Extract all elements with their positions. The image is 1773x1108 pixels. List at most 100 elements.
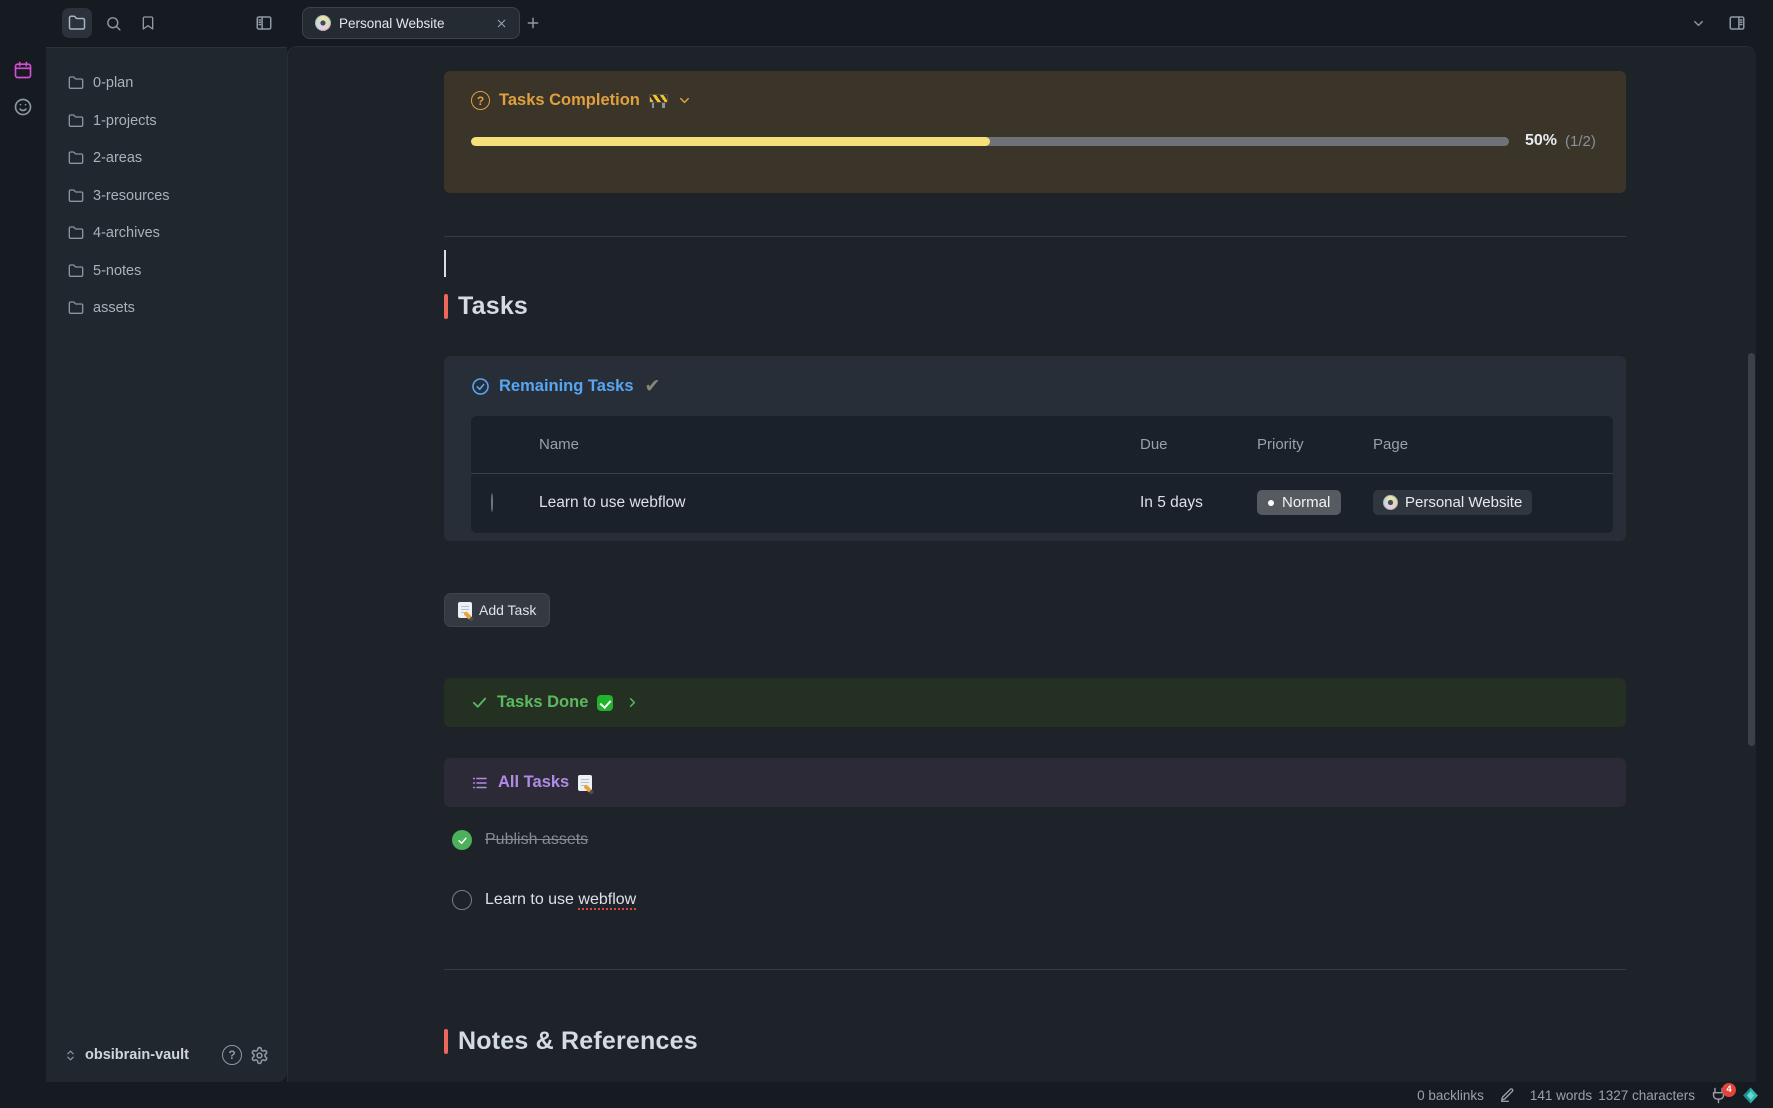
sidebar-item-label: 1-projects <box>93 113 157 129</box>
tasks-completion-callout[interactable]: ? Tasks Completion 50% (1/2) <box>444 71 1626 193</box>
tasks-heading: Tasks <box>444 292 528 321</box>
teal-plugin-icon[interactable] <box>1742 1087 1759 1104</box>
sidebar-item-label: assets <box>93 300 135 316</box>
sidebar-item-label: 4-archives <box>93 225 160 241</box>
priority-badge[interactable]: Normal <box>1257 490 1341 515</box>
vault-switcher-button[interactable] <box>64 1048 77 1063</box>
tasks-completion-title: Tasks Completion <box>499 91 640 110</box>
sidebar-item-1-projects[interactable]: 1-projects <box>60 106 279 136</box>
word-count: 141 words 1327 characters <box>1530 1088 1695 1103</box>
daily-mood-button[interactable] <box>13 97 33 117</box>
settings-button[interactable] <box>250 1046 269 1065</box>
expand-right-sidebar-button[interactable] <box>1722 8 1752 38</box>
right-sidebar-toggle-icon <box>1728 14 1746 32</box>
completion-progress-bar <box>471 137 1509 146</box>
tasks-done-callout[interactable]: Tasks Done <box>444 678 1626 727</box>
task-item-done: Publish assets <box>452 830 588 850</box>
vault-bar: obsibrain-vault ? <box>56 1036 277 1074</box>
column-header-priority: Priority <box>1257 436 1373 453</box>
page-link[interactable]: Personal Website <box>1373 490 1532 515</box>
check-circle-icon <box>471 377 490 396</box>
sidebar-item-label: 3-resources <box>93 188 170 204</box>
sidebar-item-assets[interactable]: assets <box>60 293 279 323</box>
note-editor[interactable]: ? Tasks Completion 50% (1/2) Tas <box>287 46 1756 1082</box>
priority-dot-icon <box>1268 500 1274 506</box>
notes-references-heading: Notes & References <box>444 1027 698 1056</box>
tab-close-button[interactable] <box>496 18 507 29</box>
memo-emoji <box>458 602 472 618</box>
character-count: 1327 characters <box>1598 1088 1695 1103</box>
task-text[interactable]: Publish assets <box>485 831 588 849</box>
divider <box>444 969 1626 970</box>
folder-icon <box>68 263 84 279</box>
new-tab-button[interactable] <box>520 10 546 36</box>
folder-icon <box>68 188 84 204</box>
vault-name[interactable]: obsibrain-vault <box>85 1047 214 1063</box>
files-panel-button[interactable] <box>62 8 92 38</box>
column-header-due: Due <box>1140 436 1257 453</box>
task-checkbox[interactable] <box>491 493 493 512</box>
folder-icon <box>68 14 86 32</box>
plus-icon <box>525 15 541 31</box>
tab-title: Personal Website <box>339 16 488 31</box>
column-header-page: Page <box>1373 436 1613 453</box>
sidebar-item-2-areas[interactable]: 2-areas <box>60 143 279 173</box>
top-bar: Personal Website <box>0 0 1773 46</box>
task-name[interactable]: Learn to use webflow <box>539 494 1140 512</box>
folder-icon <box>68 113 84 129</box>
all-tasks-title: All Tasks <box>498 773 569 792</box>
table-header-row: Name Due Priority Page <box>471 416 1613 474</box>
optical-disc-emoji <box>315 15 331 31</box>
left-ribbon <box>0 46 46 1108</box>
sidebar-item-5-notes[interactable]: 5-notes <box>60 256 279 286</box>
folder-icon <box>68 225 84 241</box>
calendar-button[interactable] <box>13 60 33 80</box>
question-circle-icon: ? <box>471 91 490 110</box>
collapse-left-sidebar-button[interactable] <box>249 8 279 38</box>
chevron-right-icon[interactable] <box>625 695 640 710</box>
task-due: In 5 days <box>1140 494 1257 512</box>
bookmarks-button[interactable] <box>133 8 163 38</box>
status-bar: 0 backlinks 141 words 1327 characters 4 <box>0 1082 1773 1108</box>
tab-personal-website[interactable]: Personal Website <box>302 7 520 39</box>
plugin-update-button[interactable]: 4 <box>1710 1087 1727 1104</box>
file-explorer-sidebar: 0-plan 1-projects 2-areas 3-resources 4-… <box>46 47 287 1082</box>
check-mark-glyph: ✔ <box>645 375 661 398</box>
edit-mode-button[interactable] <box>1499 1087 1515 1103</box>
search-icon <box>105 15 122 32</box>
remaining-tasks-table: Name Due Priority Page Learn to use webf… <box>471 416 1613 533</box>
checked-checkbox[interactable] <box>452 830 472 850</box>
left-sidebar-toggle-icon <box>255 14 273 32</box>
all-tasks-callout[interactable]: All Tasks <box>444 758 1626 807</box>
heading-accent-bar <box>444 1029 448 1054</box>
bookmark-icon <box>140 15 156 31</box>
column-header-name: Name <box>539 436 1140 453</box>
folder-icon <box>68 300 84 316</box>
tasks-done-title: Tasks Done <box>497 693 588 712</box>
obsidian-window: Personal Website 0-plan <box>0 0 1773 1108</box>
check-mark-button-emoji <box>597 695 613 711</box>
sidebar-item-0-plan[interactable]: 0-plan <box>60 68 279 98</box>
completion-percent: 50% <box>1525 132 1557 150</box>
scrollbar-thumb[interactable] <box>1748 353 1755 746</box>
update-count-badge: 4 <box>1722 1083 1736 1097</box>
sidebar-item-3-resources[interactable]: 3-resources <box>60 181 279 211</box>
task-text[interactable]: Learn to use webflow <box>485 891 636 909</box>
sidebar-item-label: 2-areas <box>93 150 142 166</box>
sidebar-item-4-archives[interactable]: 4-archives <box>60 218 279 248</box>
chevron-down-icon[interactable] <box>677 93 692 108</box>
memo-emoji <box>578 775 592 791</box>
folder-icon <box>68 75 84 91</box>
text-cursor <box>444 250 446 277</box>
calendar-icon <box>13 60 33 80</box>
backlinks-count[interactable]: 0 backlinks <box>1417 1088 1484 1103</box>
construction-emoji <box>649 94 668 108</box>
remaining-tasks-title: Remaining Tasks <box>499 377 634 396</box>
add-task-button[interactable]: Add Task <box>444 593 550 627</box>
help-button[interactable]: ? <box>222 1045 242 1065</box>
tab-list-dropdown-button[interactable] <box>1683 8 1713 38</box>
unchecked-checkbox[interactable] <box>452 890 472 910</box>
sidebar-item-label: 5-notes <box>93 263 141 279</box>
chevron-down-icon <box>1691 16 1706 31</box>
search-button[interactable] <box>98 8 128 38</box>
